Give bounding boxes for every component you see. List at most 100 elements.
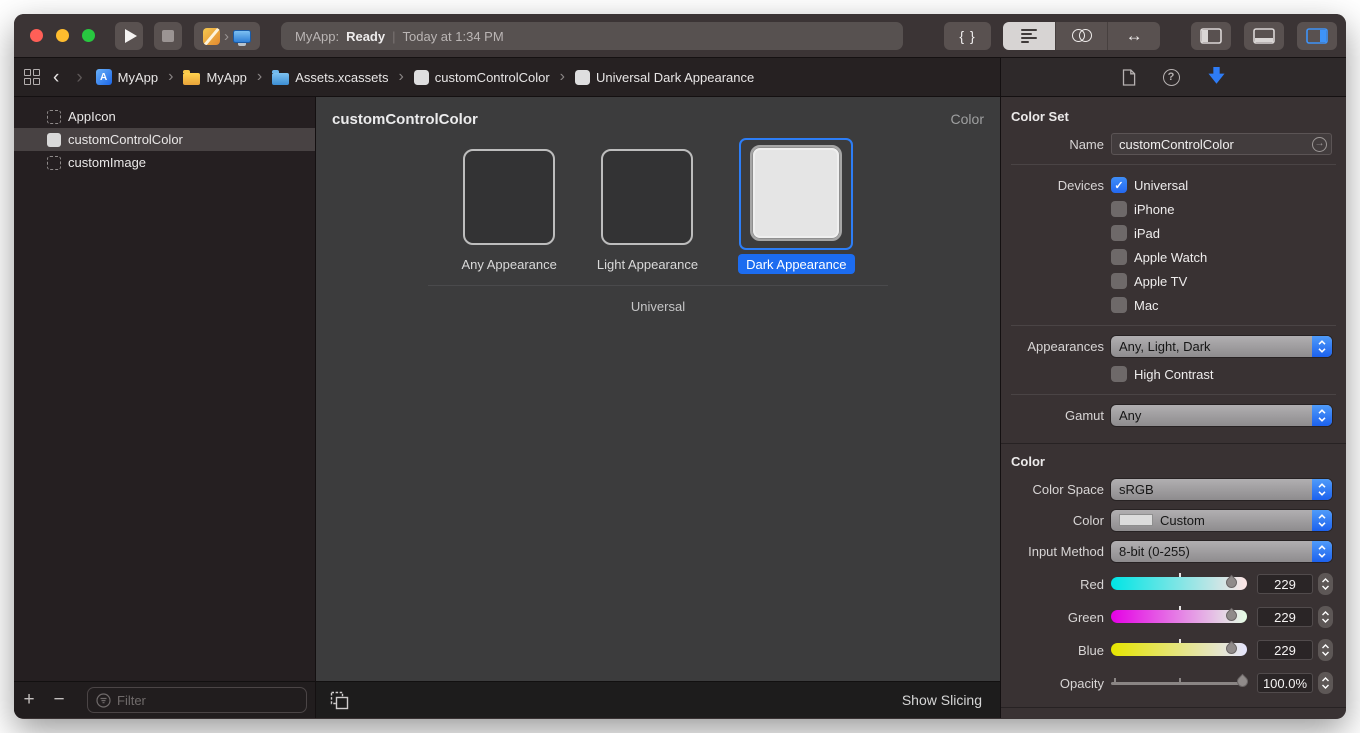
- breadcrumb-asset-catalog[interactable]: Assets.xcassets: [272, 70, 388, 85]
- related-items-icon[interactable]: [24, 69, 40, 85]
- gamut-row: Gamut Any: [1001, 403, 1346, 427]
- text-lines-icon: [1021, 29, 1037, 43]
- toggle-debug-area-button[interactable]: [1244, 22, 1284, 50]
- slicing-icon[interactable]: [330, 691, 349, 710]
- xcode-window: › MyApp: Ready | Today at 1:34 PM { }: [14, 14, 1346, 719]
- selection-outline: [739, 138, 853, 250]
- right-panel-icon: [1306, 28, 1328, 44]
- color-popup[interactable]: Custom: [1111, 510, 1332, 531]
- appearances-popup[interactable]: Any, Light, Dark: [1111, 336, 1332, 357]
- device-row-apple-watch: Apple Watch: [1001, 245, 1346, 269]
- green-value-field[interactable]: 229: [1257, 607, 1313, 627]
- status-project: MyApp:: [295, 29, 339, 44]
- breadcrumb-color-set[interactable]: customControlColor: [414, 70, 550, 85]
- file-inspector-tab[interactable]: [1122, 69, 1136, 86]
- minimize-window-button[interactable]: [56, 29, 69, 42]
- asset-label: customControlColor: [68, 132, 183, 147]
- close-window-button[interactable]: [30, 29, 43, 42]
- name-input[interactable]: customControlColor →: [1111, 133, 1332, 155]
- toolbar: › MyApp: Ready | Today at 1:34 PM { }: [14, 14, 1346, 58]
- iphone-checkbox[interactable]: [1111, 201, 1127, 217]
- filter-placeholder: Filter: [117, 693, 146, 708]
- run-button[interactable]: [115, 22, 143, 50]
- checkbox-label: Apple TV: [1134, 274, 1187, 289]
- red-stepper[interactable]: [1318, 573, 1333, 595]
- version-editor-button[interactable]: ↔: [1108, 22, 1160, 50]
- toggle-inspector-button[interactable]: [1297, 22, 1337, 50]
- device-row-mac: Mac: [1001, 293, 1346, 317]
- midpoint-tick: [1179, 573, 1181, 577]
- asset-label: customImage: [68, 155, 146, 170]
- green-slider-row: Green 229: [1001, 605, 1346, 629]
- green-slider[interactable]: [1111, 609, 1247, 625]
- navigate-arrow-icon[interactable]: →: [1312, 137, 1327, 152]
- popup-value: 8-bit (0-255): [1119, 544, 1190, 559]
- opacity-slider-thumb[interactable]: [1235, 674, 1251, 690]
- apple-tv-checkbox[interactable]: [1111, 273, 1127, 289]
- show-slicing-button[interactable]: Show Slicing: [902, 692, 982, 708]
- asset-row-appicon[interactable]: AppIcon: [14, 105, 315, 128]
- chevron-separator-icon: ›: [168, 68, 173, 86]
- jump-bar: ‹ › A MyApp › MyApp › Assets.xcassets ›: [14, 58, 1346, 97]
- appearance-swatches: Any Appearance Light Appearance Dark App…: [316, 138, 1000, 274]
- breadcrumb-variant[interactable]: Universal Dark Appearance: [575, 70, 754, 85]
- checkbox-label: High Contrast: [1134, 367, 1213, 382]
- attributes-inspector-tab[interactable]: [1207, 66, 1226, 88]
- color-set-section-header: Color Set: [1001, 109, 1346, 124]
- quick-help-tab[interactable]: ?: [1163, 69, 1180, 86]
- opacity-stepper[interactable]: [1318, 672, 1333, 694]
- bottom-panel-icon: [1253, 28, 1275, 44]
- zoom-window-button[interactable]: [82, 29, 95, 42]
- high-contrast-checkbox[interactable]: [1111, 366, 1127, 382]
- toggle-navigator-button[interactable]: [1191, 22, 1231, 50]
- sidebar-bottom-bar: + − Filter: [14, 681, 315, 718]
- library-button[interactable]: { }: [944, 22, 991, 50]
- popup-chevrons-icon: [1312, 510, 1332, 531]
- blue-slider[interactable]: [1111, 642, 1247, 658]
- green-stepper[interactable]: [1318, 606, 1333, 628]
- red-value-field[interactable]: 229: [1257, 574, 1313, 594]
- blue-stepper[interactable]: [1318, 639, 1333, 661]
- standard-editor-button[interactable]: [1003, 22, 1056, 50]
- breadcrumb-project[interactable]: A MyApp: [96, 69, 158, 85]
- apple-watch-checkbox[interactable]: [1111, 249, 1127, 265]
- devices-label: Devices: [1001, 178, 1111, 193]
- scheme-selector[interactable]: ›: [194, 22, 260, 50]
- checkbox-label: iPad: [1134, 226, 1160, 241]
- checkbox-label: Apple Watch: [1134, 250, 1207, 265]
- red-slider[interactable]: [1111, 576, 1247, 592]
- remove-asset-button[interactable]: −: [44, 689, 74, 711]
- dark-appearance-swatch[interactable]: [750, 145, 842, 241]
- ipad-checkbox[interactable]: [1111, 225, 1127, 241]
- go-back-button[interactable]: ‹: [49, 68, 63, 87]
- status-separator: |: [392, 29, 395, 44]
- opacity-value-field[interactable]: 100.0%: [1257, 673, 1313, 693]
- input-method-popup[interactable]: 8-bit (0-255): [1111, 541, 1332, 562]
- light-appearance-swatch[interactable]: [601, 149, 693, 245]
- color-space-row: Color Space sRGB: [1001, 477, 1346, 501]
- stop-button[interactable]: [154, 22, 182, 50]
- add-asset-button[interactable]: +: [14, 689, 44, 711]
- inspector-tab-bar: ?: [1000, 58, 1346, 96]
- breadcrumb-group[interactable]: MyApp: [183, 70, 246, 85]
- section-divider: [1001, 443, 1346, 444]
- asset-row-customcontrolcolor[interactable]: customControlColor: [14, 128, 315, 151]
- popup-chevrons-icon: [1312, 336, 1332, 357]
- go-forward-button[interactable]: ›: [72, 68, 86, 87]
- name-value: customControlColor: [1119, 137, 1312, 152]
- asset-list-sidebar: AppIcon customControlColor customImage +…: [14, 97, 316, 718]
- gamut-popup[interactable]: Any: [1111, 405, 1332, 426]
- color-space-popup[interactable]: sRGB: [1111, 479, 1332, 500]
- universal-checkbox[interactable]: ✓: [1111, 177, 1127, 193]
- opacity-slider[interactable]: [1111, 675, 1247, 691]
- mac-checkbox[interactable]: [1111, 297, 1127, 313]
- input-method-row: Input Method 8-bit (0-255): [1001, 539, 1346, 563]
- any-appearance-swatch[interactable]: [463, 149, 555, 245]
- asset-row-customimage[interactable]: customImage: [14, 151, 315, 174]
- blue-value-field[interactable]: 229: [1257, 640, 1313, 660]
- popup-value: Custom: [1160, 513, 1205, 528]
- filter-input[interactable]: Filter: [87, 687, 307, 713]
- assistant-editor-button[interactable]: [1056, 22, 1109, 50]
- red-slider-row: Red 229: [1001, 572, 1346, 596]
- idiom-group-label: Universal: [316, 299, 1000, 314]
